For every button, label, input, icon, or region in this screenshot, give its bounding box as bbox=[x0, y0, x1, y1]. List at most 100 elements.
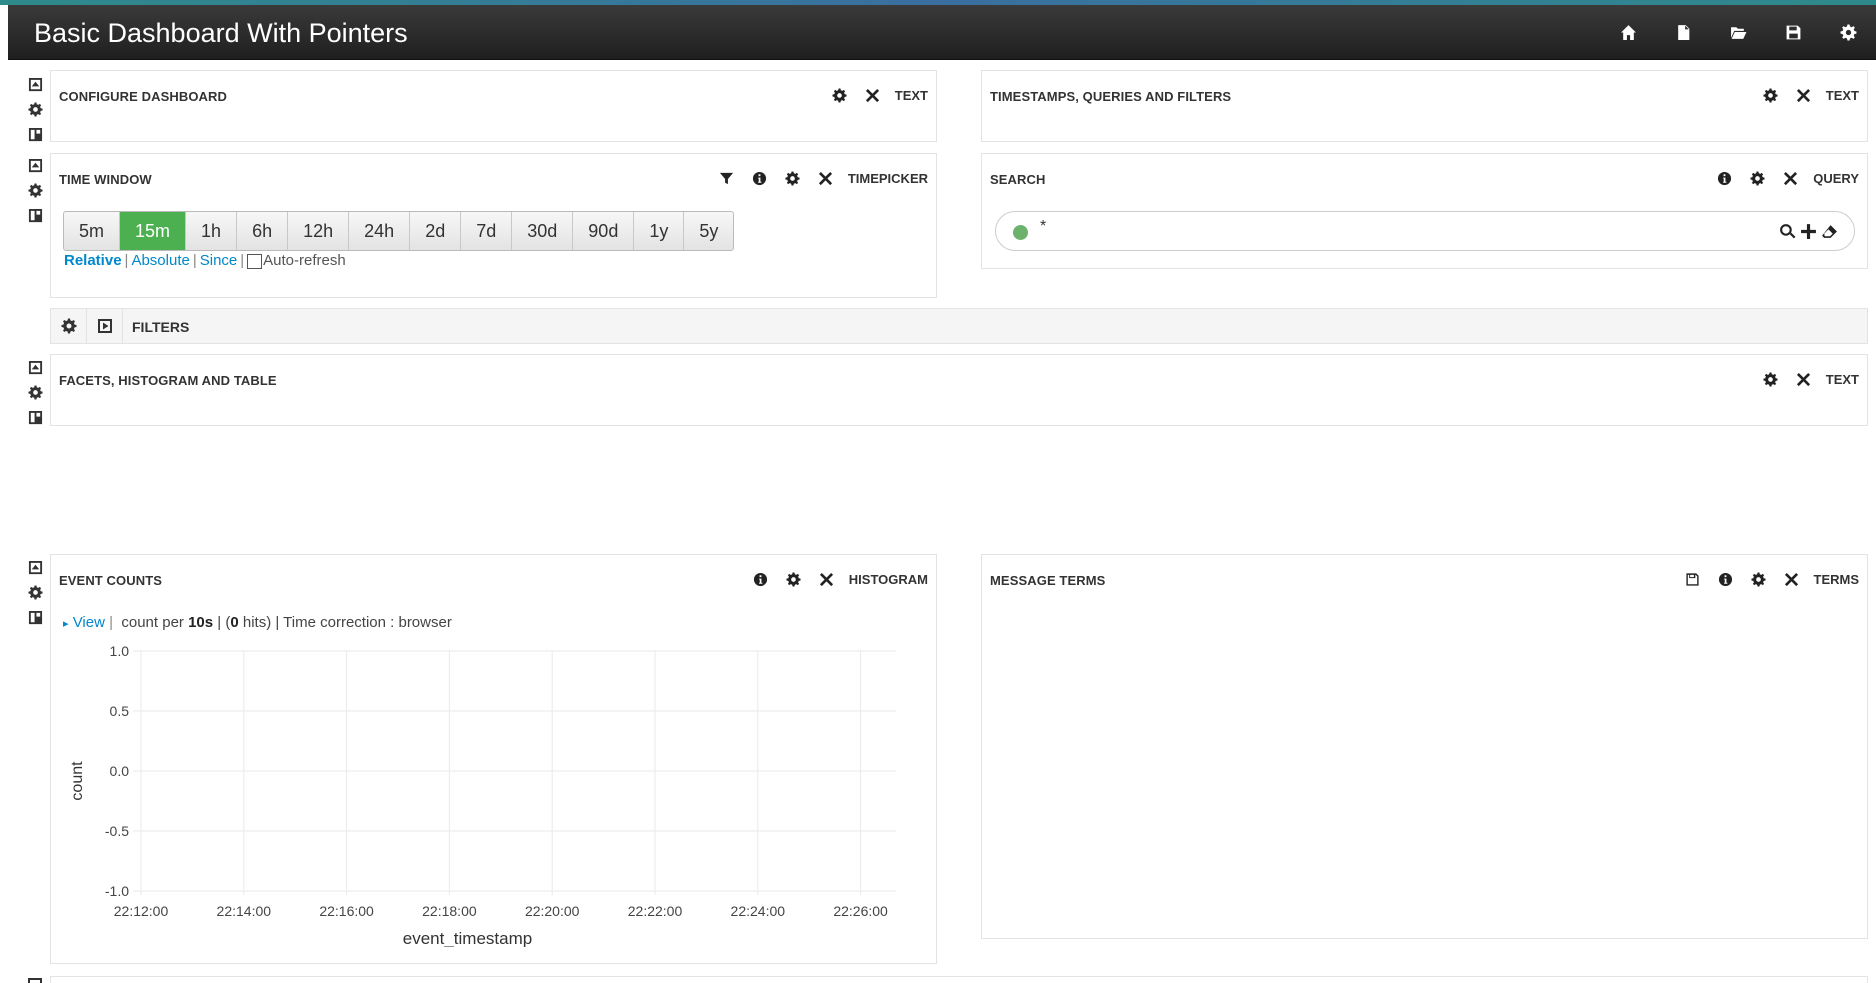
view-label: View bbox=[72, 614, 105, 631]
y-axis-label: count bbox=[69, 761, 86, 801]
panel-toolbar: TEXT bbox=[1754, 82, 1859, 108]
time-range-button[interactable]: 6h bbox=[237, 212, 289, 250]
info-icon[interactable] bbox=[743, 165, 776, 191]
collapse-row-icon[interactable] bbox=[26, 75, 44, 93]
view-options-link[interactable]: ▸ View bbox=[63, 614, 105, 631]
save-icon[interactable] bbox=[1766, 5, 1821, 60]
caret-right-icon: ▸ bbox=[63, 618, 69, 630]
time-range-button[interactable]: 5m bbox=[64, 212, 121, 250]
panel-close-icon[interactable] bbox=[1774, 165, 1807, 191]
since-mode-link[interactable]: Since bbox=[200, 252, 238, 269]
x-tick-label: 22:26:00 bbox=[833, 903, 888, 919]
panel-close-icon[interactable] bbox=[1787, 366, 1820, 392]
time-range-button[interactable]: 90d bbox=[573, 212, 635, 250]
event-counts-chart: 1.0 0.5 0.0 -0.5 -1.0 22:12:00 22:14:00 22:16:0… bbox=[69, 643, 896, 947]
query-color-dot[interactable] bbox=[1013, 225, 1028, 240]
panel-settings-icon[interactable] bbox=[1741, 165, 1774, 191]
filters-bar: FILTERS bbox=[50, 308, 1868, 344]
row-controls bbox=[26, 75, 46, 150]
panel-type-label: TEXT bbox=[894, 87, 928, 103]
settings-icon[interactable] bbox=[1821, 5, 1876, 60]
time-range-button[interactable]: 2d bbox=[410, 212, 462, 250]
panel-toolbar: HISTOGRAM bbox=[744, 566, 928, 592]
time-range-button[interactable]: 7d bbox=[461, 212, 513, 250]
row-controls bbox=[26, 156, 46, 231]
add-panel-icon[interactable] bbox=[26, 408, 44, 426]
filter-icon[interactable] bbox=[710, 165, 743, 191]
collapse-row-icon[interactable] bbox=[26, 558, 44, 576]
row-settings-icon[interactable] bbox=[26, 383, 44, 401]
open-folder-icon[interactable] bbox=[1711, 5, 1766, 60]
absolute-mode-link[interactable]: Absolute bbox=[131, 252, 189, 269]
time-mode-links: Relative | Absolute | Since | Auto-refresh bbox=[64, 252, 346, 269]
new-file-icon[interactable] bbox=[1656, 5, 1711, 60]
time-range-button[interactable]: 5y bbox=[684, 212, 733, 250]
row-settings-icon[interactable] bbox=[26, 583, 44, 601]
panel-settings-icon[interactable] bbox=[777, 566, 810, 592]
row-settings-icon[interactable] bbox=[26, 100, 44, 118]
add-panel-icon[interactable] bbox=[26, 608, 44, 626]
interval-value: 10s bbox=[188, 614, 214, 631]
panel-title: MESSAGE TERMS bbox=[990, 573, 1106, 588]
panel-type-label: TEXT bbox=[1825, 371, 1859, 387]
expand-filters-icon[interactable] bbox=[87, 309, 123, 343]
info-icon[interactable] bbox=[1709, 566, 1742, 592]
save-icon[interactable] bbox=[1676, 566, 1709, 592]
y-tick-label: -1.0 bbox=[105, 883, 129, 899]
query-input[interactable]: * bbox=[995, 211, 1855, 251]
info-icon[interactable] bbox=[744, 566, 777, 592]
filters-label: FILTERS bbox=[132, 319, 190, 335]
panel-title: TIME WINDOW bbox=[59, 172, 152, 187]
x-tick-label: 22:24:00 bbox=[731, 903, 786, 919]
time-range-button[interactable]: 1y bbox=[634, 212, 685, 250]
row-controls bbox=[26, 558, 46, 633]
panel-toolbar: TEXT bbox=[823, 82, 928, 108]
panel-settings-icon[interactable] bbox=[1754, 366, 1787, 392]
collapse-row-icon[interactable] bbox=[28, 978, 42, 983]
collapse-row-icon[interactable] bbox=[26, 358, 44, 376]
query-text[interactable]: * bbox=[1040, 218, 1046, 236]
eraser-icon[interactable] bbox=[1820, 222, 1838, 240]
panel-close-icon[interactable] bbox=[1775, 566, 1808, 592]
info-icon[interactable] bbox=[1708, 165, 1741, 191]
time-range-button[interactable]: 15m bbox=[120, 212, 187, 250]
panel-settings-icon[interactable] bbox=[776, 165, 809, 191]
time-range-button[interactable]: 12h bbox=[288, 212, 350, 250]
panel-type-label: HISTOGRAM bbox=[848, 571, 928, 587]
auto-refresh-label: Auto-refresh bbox=[263, 252, 346, 269]
query-actions bbox=[1778, 222, 1838, 240]
x-tick-label: 22:16:00 bbox=[319, 903, 374, 919]
configure-dashboard-panel: CONFIGURE DASHBOARD TEXT bbox=[50, 70, 937, 142]
row-settings-icon[interactable] bbox=[26, 181, 44, 199]
add-query-icon[interactable] bbox=[1799, 222, 1817, 240]
panel-title: FACETS, HISTOGRAM AND TABLE bbox=[59, 373, 277, 388]
add-panel-icon[interactable] bbox=[26, 206, 44, 224]
navbar: Basic Dashboard With Pointers bbox=[8, 5, 1876, 60]
panel-close-icon[interactable] bbox=[856, 82, 889, 108]
panel-settings-icon[interactable] bbox=[1742, 566, 1775, 592]
time-range-button[interactable]: 30d bbox=[512, 212, 574, 250]
panel-title: CONFIGURE DASHBOARD bbox=[59, 89, 228, 104]
panel-settings-icon[interactable] bbox=[823, 82, 856, 108]
time-range-button[interactable]: 24h bbox=[349, 212, 411, 250]
panel-close-icon[interactable] bbox=[809, 165, 842, 191]
panel-close-icon[interactable] bbox=[810, 566, 843, 592]
hits-open: | ( bbox=[213, 614, 231, 631]
panel-type-label: TIMEPICKER bbox=[847, 170, 928, 186]
panel-type-label: TERMS bbox=[1813, 571, 1860, 587]
search-icon[interactable] bbox=[1778, 222, 1796, 240]
time-range-button[interactable]: 1h bbox=[186, 212, 238, 250]
filter-settings-icon[interactable] bbox=[51, 309, 87, 343]
timestamps-queries-filters-panel: TIMESTAMPS, QUERIES AND FILTERS TEXT bbox=[981, 70, 1868, 142]
collapse-row-icon[interactable] bbox=[26, 156, 44, 174]
panel-close-icon[interactable] bbox=[1787, 82, 1820, 108]
x-tick-label: 22:14:00 bbox=[217, 903, 272, 919]
facets-histogram-table-panel: FACETS, HISTOGRAM AND TABLE TEXT bbox=[50, 354, 1868, 426]
add-panel-icon[interactable] bbox=[26, 125, 44, 143]
home-icon[interactable] bbox=[1601, 5, 1656, 60]
search-panel: SEARCH QUERY * bbox=[981, 153, 1868, 269]
panel-settings-icon[interactable] bbox=[1754, 82, 1787, 108]
auto-refresh-checkbox[interactable] bbox=[247, 254, 263, 269]
relative-mode-link[interactable]: Relative bbox=[64, 252, 122, 269]
x-tick-label: 22:18:00 bbox=[422, 903, 477, 919]
